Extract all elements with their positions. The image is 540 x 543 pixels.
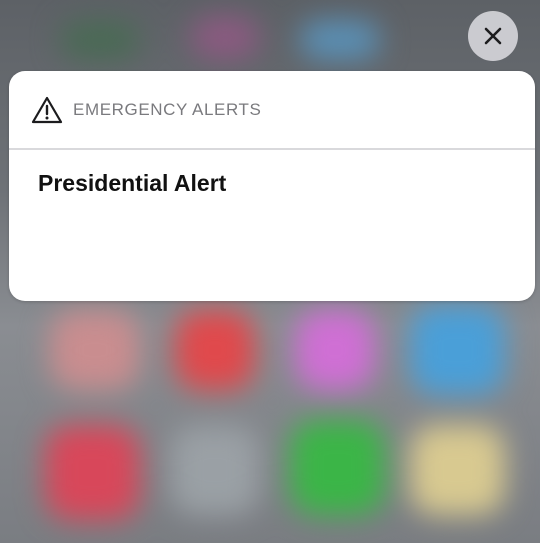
app-icon-blur [45, 425, 140, 520]
app-icon-blur [60, 20, 140, 60]
app-icon-blur [175, 310, 255, 390]
emergency-alert-notification[interactable]: EMERGENCY ALERTS Presidential Alert [9, 71, 535, 301]
app-icon-blur [290, 420, 385, 515]
close-icon [482, 25, 504, 47]
app-icon-blur [410, 305, 505, 395]
app-icon-blur [170, 425, 260, 515]
alert-app-name: EMERGENCY ALERTS [73, 99, 262, 119]
app-icon-blur [410, 425, 505, 515]
app-icon-blur [300, 20, 380, 60]
warning-icon [31, 96, 63, 124]
lock-screen: EMERGENCY ALERTS Presidential Alert [0, 0, 540, 543]
alert-title: Presidential Alert [38, 170, 227, 196]
app-icon-blur [50, 310, 140, 390]
alert-body: Presidential Alert [9, 150, 535, 197]
alert-header: EMERGENCY ALERTS [9, 71, 535, 148]
app-icon-blur [295, 310, 375, 390]
app-icon-blur [190, 15, 260, 60]
close-button[interactable] [468, 11, 518, 61]
